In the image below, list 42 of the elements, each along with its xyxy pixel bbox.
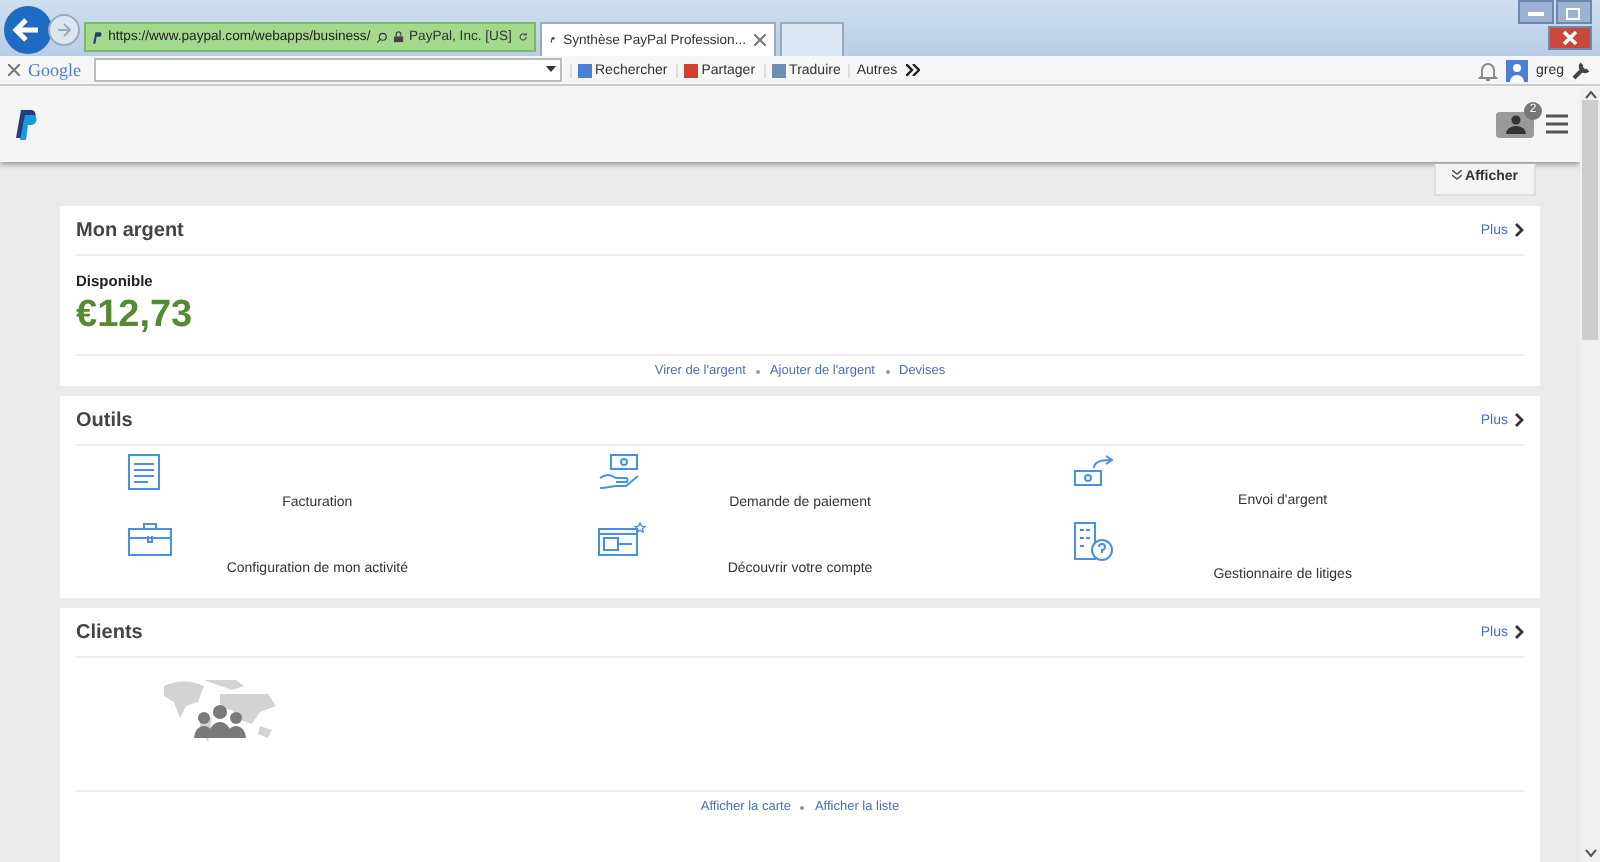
search-field[interactable] bbox=[93, 58, 561, 82]
separator-dot-icon bbox=[800, 805, 805, 809]
balance-amount: €12,73 bbox=[76, 294, 195, 338]
menu-icon[interactable] bbox=[1546, 114, 1568, 134]
scroll-down-icon[interactable] bbox=[1583, 848, 1597, 858]
hand-with-banknote-icon[interactable] bbox=[598, 454, 643, 490]
account-button[interactable] bbox=[1496, 111, 1534, 137]
document-with-question-icon[interactable] bbox=[1073, 522, 1114, 562]
person-icon[interactable] bbox=[1505, 114, 1525, 134]
chevron-right-icon[interactable] bbox=[1514, 624, 1524, 640]
world-map-with-people-drawing bbox=[160, 678, 280, 746]
chevron-right-icon[interactable] bbox=[1514, 222, 1524, 238]
wrench-icon[interactable] bbox=[1572, 60, 1592, 80]
user-avatar-icon[interactable] bbox=[1505, 59, 1528, 81]
padlock-icon bbox=[393, 28, 403, 46]
search-icon[interactable] bbox=[376, 27, 388, 47]
browser-window-with-star-icon[interactable] bbox=[598, 522, 647, 556]
double-chevron-icon[interactable] bbox=[905, 64, 920, 76]
paypal-favicon-icon bbox=[92, 27, 103, 47]
scrollbar[interactable] bbox=[1580, 86, 1600, 862]
restore-button[interactable] bbox=[1556, 0, 1592, 24]
chevron-right-icon[interactable] bbox=[1514, 412, 1524, 428]
paypal-logo[interactable] bbox=[12, 108, 38, 140]
separator-dot-icon bbox=[885, 369, 889, 373]
double-chevron-down-icon[interactable] bbox=[1451, 170, 1462, 180]
card-title: Mon argent bbox=[76, 219, 184, 241]
refresh-icon[interactable] bbox=[517, 28, 528, 46]
scrollbar-thumb[interactable] bbox=[1582, 100, 1598, 340]
google-logo: Google bbox=[28, 60, 81, 80]
card-title: Outils bbox=[76, 409, 133, 431]
close-window-button[interactable] bbox=[1548, 26, 1592, 50]
scroll-up-icon[interactable] bbox=[1583, 90, 1597, 100]
dropdown-caret-icon[interactable] bbox=[545, 66, 555, 72]
close-icon[interactable] bbox=[754, 34, 766, 46]
close-icon[interactable] bbox=[8, 64, 20, 76]
bell-icon[interactable] bbox=[1477, 59, 1498, 81]
document-icon[interactable] bbox=[128, 454, 160, 490]
banknote-with-arrow-icon[interactable] bbox=[1073, 454, 1118, 488]
minimize-button[interactable] bbox=[1518, 0, 1554, 24]
separator-dot-icon bbox=[755, 369, 760, 373]
briefcase-icon[interactable] bbox=[128, 522, 172, 556]
card-title: Clients bbox=[76, 621, 143, 643]
